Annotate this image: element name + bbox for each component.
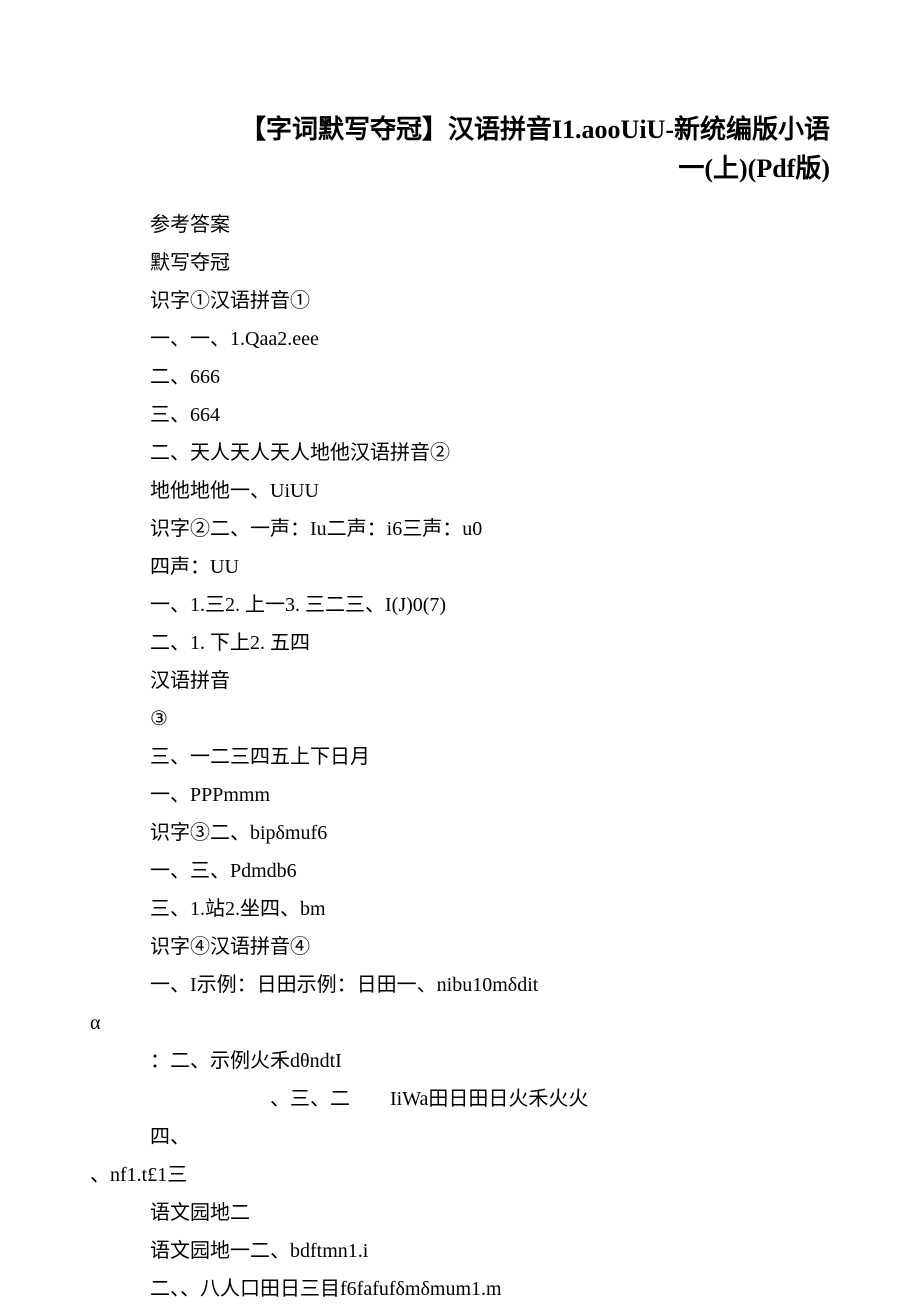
body-line: 二、666 [90,358,830,396]
body-line: 一、三、Pdmdb6 [90,852,830,890]
body-line: 识字②二、一声：Iu二声：i6三声：u0 [90,510,830,548]
body-line: 一、I示例：日田示例：日田一、nibu10mδdit [90,966,830,1004]
body-line: 汉语拼音 [90,662,830,700]
body-line: 二、天人天人天人地他汉语拼音② [90,434,830,472]
body-line: 语文园地一二、bdftmn1.i [90,1232,830,1270]
body-line: 识字①汉语拼音① [90,282,830,320]
body-line: 一、1.三2. 上一3. 三二三、I(J)0(7) [90,586,830,624]
title-line-1: 【字词默写夺冠】汉语拼音I1.aooUiU-新统编版小语 [200,110,830,149]
body-line: 三、一二三四五上下日月 [90,738,830,776]
body-line: 参考答案 [90,206,830,244]
body-line: 、三、二 IiWa田日田日火禾火火 [90,1080,830,1118]
body-line: ③ [90,700,830,738]
document-body: 参考答案 默写夺冠 识字①汉语拼音① 一、一、1.Qaa2.eee 二、666 … [90,206,830,1308]
body-line: 一、一、1.Qaa2.eee [90,320,830,358]
body-line: 默写夺冠 [90,244,830,282]
body-line: 语文园地二 [90,1194,830,1232]
body-line: 四、 [90,1118,830,1156]
body-line: 三、1.站2.坐四、bm [90,890,830,928]
title-line-2: 一(上)(Pdf版) [200,149,830,188]
body-line: 三、664 [90,396,830,434]
body-line: 识字④汉语拼音④ [90,928,830,966]
body-line: 二、1. 下上2. 五四 [90,624,830,662]
body-line: ：二、示例火禾dθndtI [90,1042,830,1080]
body-line: α [90,1004,830,1042]
body-line: 四声：UU [90,548,830,586]
body-line: 、nf1.t£1三 [90,1156,830,1194]
document-title: 【字词默写夺冠】汉语拼音I1.aooUiU-新统编版小语 一(上)(Pdf版) [90,110,830,188]
body-line: 识字③二、bipδmuf6 [90,814,830,852]
body-line: 二、、八人口田日三目f6fafufδmδmum1.m [90,1270,830,1308]
body-line: 一、PPPmmm [90,776,830,814]
body-line: 地他地他一、UiUU [90,472,830,510]
